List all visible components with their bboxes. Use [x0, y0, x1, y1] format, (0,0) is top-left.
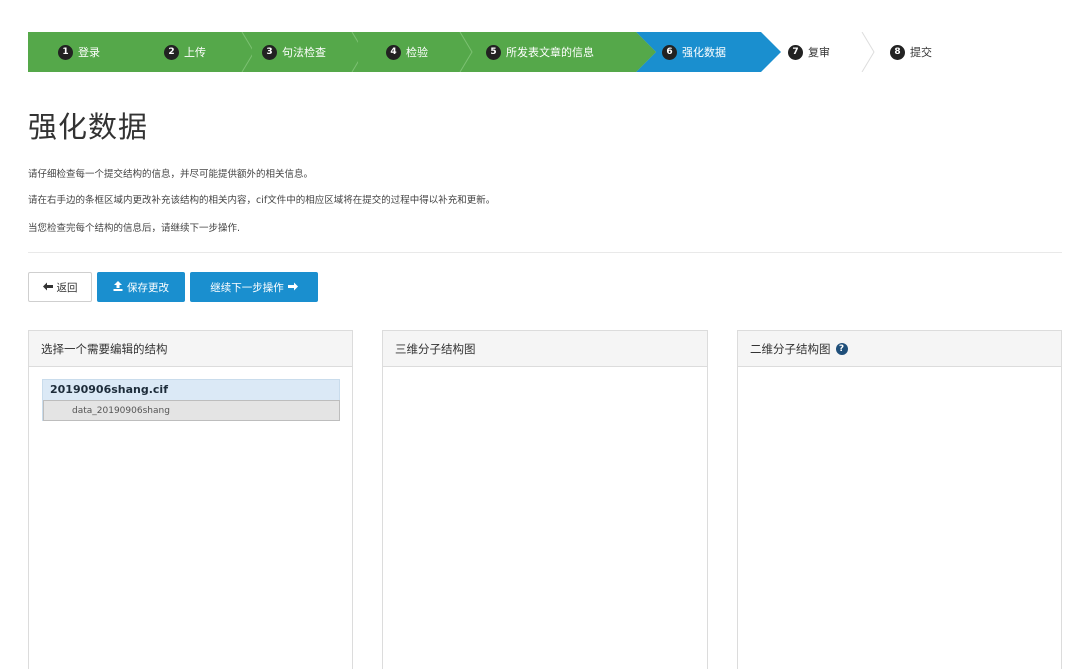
step-separator	[459, 32, 473, 72]
back-label: 返回	[56, 281, 78, 294]
structure-select-panel: 选择一个需要编辑的结构 20190906shang.cif data_20190…	[28, 330, 353, 669]
step-number: 8	[890, 44, 905, 60]
step-separator	[761, 32, 781, 72]
step-number: 5	[486, 44, 501, 60]
step-label: 句法检查	[282, 46, 326, 59]
data-block-label: data_20190906shang	[72, 405, 170, 416]
data-block-item[interactable]: data_20190906shang	[43, 400, 340, 421]
step-publication-info[interactable]: 5 所发表文章的信息	[476, 32, 636, 72]
cif-file-name: 20190906shang.cif	[50, 383, 168, 396]
step-separator	[861, 32, 875, 72]
step-number: 2	[164, 44, 179, 60]
upload-icon	[113, 280, 123, 294]
step-label: 所发表文章的信息	[506, 46, 594, 59]
step-separator	[636, 32, 656, 72]
progress-stepper: 1 登录 2 上传 3 句法检查 4 检验 5 所发表文章的信息 6 强化数据 …	[28, 32, 1062, 72]
step-enhance-data[interactable]: 6 强化数据	[656, 32, 761, 72]
step-login[interactable]: 1 登录	[28, 32, 140, 72]
panel-title: 选择一个需要编辑的结构	[41, 341, 168, 356]
continue-next-button[interactable]: 继续下一步操作	[190, 272, 318, 302]
step-submit[interactable]: 8 提交	[890, 32, 990, 72]
cif-file-item[interactable]: 20190906shang.cif data_20190906shang	[42, 379, 340, 421]
molecule-3d-panel: 三维分子结构图	[382, 330, 708, 669]
instruction-text-1: 请仔细检查每一个提交结构的信息，并尽可能提供额外的相关信息。	[28, 169, 314, 180]
step-label: 上传	[184, 46, 206, 59]
next-label: 继续下一步操作	[210, 281, 284, 294]
panel-header: 二维分子结构图 ?	[738, 331, 1061, 367]
step-number: 6	[662, 44, 677, 60]
step-label: 检验	[406, 46, 428, 59]
arrow-right-icon	[287, 281, 298, 294]
instruction-text-2: 请在右手边的条框区域内更改补充该结构的相关内容，cif文件中的相应区域将在提交的…	[28, 195, 496, 206]
arrow-left-icon	[42, 281, 53, 294]
panel-title: 三维分子结构图	[395, 341, 476, 356]
step-number: 4	[386, 44, 401, 60]
step-label: 登录	[78, 46, 100, 59]
page-title: 强化数据	[28, 110, 149, 144]
step-number: 7	[788, 44, 803, 60]
panel-header: 三维分子结构图	[383, 331, 707, 367]
step-number: 3	[262, 44, 277, 60]
step-label: 提交	[910, 46, 932, 59]
step-syntax-check[interactable]: 3 句法检查	[252, 32, 358, 72]
step-number: 1	[58, 44, 73, 60]
step-upload[interactable]: 2 上传	[140, 32, 252, 72]
panel-title: 二维分子结构图	[750, 341, 831, 356]
panel-header: 选择一个需要编辑的结构	[29, 331, 352, 367]
step-label: 复审	[808, 46, 830, 59]
molecule-2d-panel: 二维分子结构图 ?	[737, 330, 1062, 669]
instruction-text-3: 当您检查完每个结构的信息后，请继续下一步操作.	[28, 223, 241, 234]
save-changes-button[interactable]: 保存更改	[97, 272, 185, 302]
divider	[28, 252, 1062, 253]
save-label: 保存更改	[127, 281, 169, 294]
help-icon[interactable]: ?	[835, 342, 848, 355]
step-label: 强化数据	[682, 46, 726, 59]
back-button[interactable]: 返回	[28, 272, 92, 302]
